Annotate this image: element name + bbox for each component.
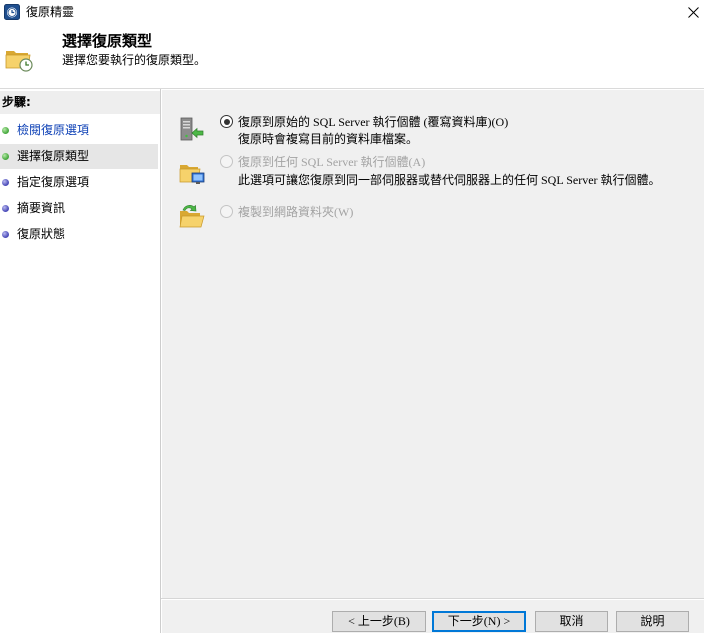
restore-wizard-icon: [4, 4, 20, 20]
server-restore-icon: [178, 115, 206, 143]
folder-clock-icon: [4, 43, 34, 73]
step-status-dot: [2, 231, 9, 238]
step-label: 選擇復原類型: [17, 149, 90, 163]
steps-panel: 步驟: 檢閱復原選項 選擇復原類型 指定復原選項 摘要資訊 復原狀態: [0, 89, 161, 633]
footer-divider: [161, 598, 704, 599]
next-button[interactable]: 下一步(N) >: [432, 611, 526, 632]
radio-restore-original-instance[interactable]: 復原到原始的 SQL Server 執行個體 (覆寫資料庫)(O): [220, 115, 508, 129]
content-panel: 復原到原始的 SQL Server 執行個體 (覆寫資料庫)(O) 復原時會複寫…: [161, 89, 704, 633]
option-description: 此選項可讓您復原到同一部伺服器或替代伺服器上的任何 SQL Server 執行個…: [238, 173, 661, 187]
step-label: 復原狀態: [17, 227, 66, 241]
folder-copy-icon: [178, 202, 206, 230]
step-select-restore-type: 選擇復原類型: [0, 144, 158, 169]
step-label[interactable]: 檢閱復原選項: [17, 118, 89, 143]
radio-label[interactable]: 復原到任何 SQL Server 執行個體(A): [238, 155, 425, 169]
step-status-dot: [2, 205, 9, 212]
radio-button[interactable]: [220, 115, 233, 128]
step-status-dot: [2, 179, 9, 186]
step-status-dot: [2, 127, 9, 134]
step-review-restore-options[interactable]: 檢閱復原選項: [0, 118, 158, 143]
help-button[interactable]: 說明: [616, 611, 689, 632]
close-icon: [687, 6, 699, 18]
step-restore-status: 復原狀態: [0, 222, 158, 247]
step-status-dot: [2, 153, 9, 160]
steps-heading: 步驟:: [0, 91, 160, 114]
step-summary: 摘要資訊: [0, 196, 158, 221]
window-title: 復原精靈: [26, 5, 75, 19]
radio-restore-any-instance[interactable]: 復原到任何 SQL Server 執行個體(A): [220, 155, 425, 169]
title-bar: 復原精靈: [0, 0, 704, 24]
folder-computer-icon: [178, 159, 206, 187]
step-label: 指定復原選項: [17, 175, 90, 189]
radio-label[interactable]: 復原到原始的 SQL Server 執行個體 (覆寫資料庫)(O): [238, 115, 508, 129]
close-button[interactable]: [682, 1, 704, 23]
radio-copy-to-network-folder[interactable]: 複製到網路資料夾(W): [220, 205, 353, 219]
cancel-button[interactable]: 取消: [535, 611, 608, 632]
step-label: 摘要資訊: [17, 201, 66, 215]
radio-button[interactable]: [220, 205, 233, 218]
page-subtitle: 選擇您要執行的復原類型。: [62, 53, 207, 67]
step-specify-restore-options: 指定復原選項: [0, 170, 158, 195]
option-description: 復原時會複寫目前的資料庫檔案。: [238, 132, 419, 146]
page-title: 選擇復原類型: [62, 32, 153, 50]
radio-label[interactable]: 複製到網路資料夾(W): [238, 205, 353, 219]
back-button[interactable]: < 上一步(B): [332, 611, 426, 632]
radio-button[interactable]: [220, 155, 233, 168]
